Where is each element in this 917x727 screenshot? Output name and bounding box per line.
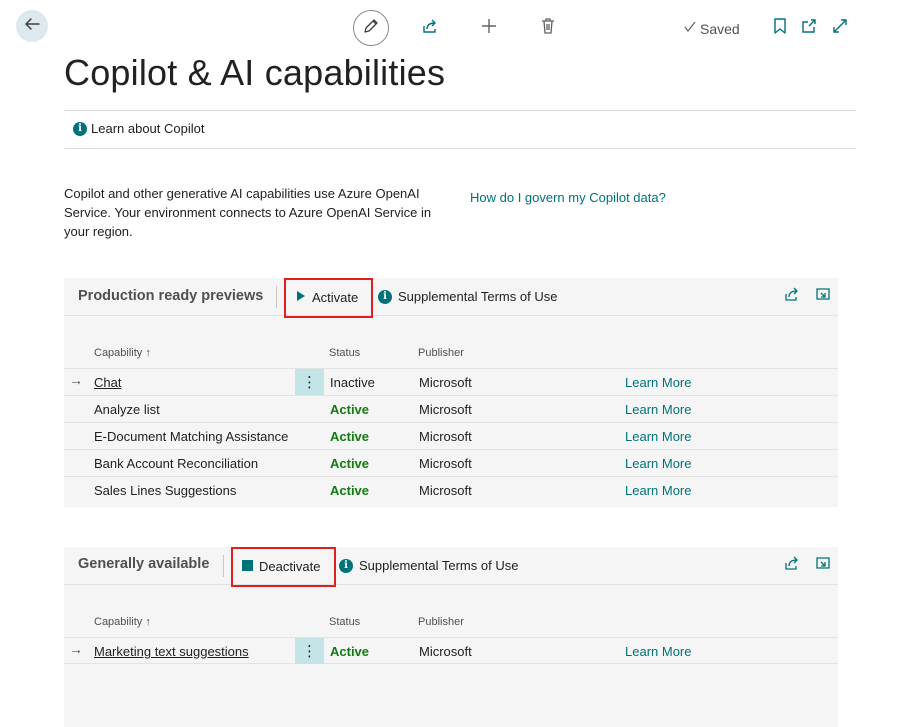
plus-icon bbox=[480, 17, 498, 40]
share-icon bbox=[784, 286, 800, 307]
deactivate-label: Deactivate bbox=[259, 559, 321, 574]
production-previews-panel: Production ready previews Activate i Sup… bbox=[64, 278, 838, 507]
expand-icon bbox=[831, 17, 849, 40]
table-row[interactable]: → Marketing text suggestions ⋮ Active Mi… bbox=[64, 637, 838, 664]
learn-more-link[interactable]: Learn More bbox=[625, 429, 691, 444]
govern-data-link[interactable]: How do I govern my Copilot data? bbox=[470, 190, 666, 205]
divider bbox=[64, 110, 856, 111]
back-button[interactable] bbox=[16, 10, 48, 42]
page-title: Copilot & AI capabilities bbox=[64, 52, 446, 93]
panel-share-button[interactable] bbox=[783, 556, 801, 574]
publisher-value: Microsoft bbox=[419, 429, 472, 444]
activate-label: Activate bbox=[312, 290, 359, 305]
panel-share-button[interactable] bbox=[783, 287, 801, 305]
status-value: Active bbox=[330, 456, 370, 471]
learn-more-link[interactable]: Learn More bbox=[625, 402, 691, 417]
deactivate-button[interactable]: Deactivate bbox=[242, 559, 320, 574]
table-row[interactable]: Sales Lines Suggestions Active Microsoft… bbox=[64, 476, 838, 503]
saved-indicator: Saved bbox=[683, 20, 740, 37]
learn-more-link[interactable]: Learn More bbox=[625, 456, 691, 471]
capability-name: E-Document Matching Assistance bbox=[94, 429, 289, 444]
table-row[interactable]: Analyze list Active Microsoft Learn More bbox=[64, 395, 838, 422]
activate-button[interactable]: Activate bbox=[296, 290, 358, 305]
column-header-capability[interactable]: Capability ↑ bbox=[94, 616, 151, 628]
supplemental-terms-button[interactable]: i Supplemental Terms of Use bbox=[378, 289, 557, 304]
description-text: Copilot and other generative AI capabili… bbox=[64, 186, 432, 239]
panel-title: Production ready previews bbox=[78, 288, 264, 304]
status-value: Active bbox=[330, 644, 370, 659]
capability-name[interactable]: Marketing text suggestions bbox=[94, 644, 249, 659]
publisher-value: Microsoft bbox=[419, 483, 472, 498]
column-header-capability[interactable]: Capability ↑ bbox=[94, 347, 151, 359]
status-value: Active bbox=[330, 483, 370, 498]
expand-button[interactable] bbox=[828, 16, 852, 40]
panel-title: Generally available bbox=[78, 556, 210, 572]
table-row[interactable]: Bank Account Reconciliation Active Micro… bbox=[64, 449, 838, 476]
learn-more-link[interactable]: Learn More bbox=[625, 375, 691, 390]
panel-header: Production ready previews Activate i Sup… bbox=[64, 278, 838, 318]
table-row[interactable]: → Chat ⋮ Inactive Microsoft Learn More bbox=[64, 368, 838, 395]
bookmark-button[interactable] bbox=[768, 16, 792, 40]
collapse-window-icon bbox=[815, 555, 831, 576]
publisher-value: Microsoft bbox=[419, 456, 472, 471]
open-in-new-icon bbox=[800, 17, 818, 40]
info-icon: i bbox=[378, 289, 392, 304]
share-icon bbox=[421, 17, 439, 40]
pencil-icon bbox=[362, 17, 380, 40]
open-new-window-button[interactable] bbox=[797, 16, 821, 40]
supplemental-terms-label: Supplemental Terms of Use bbox=[398, 289, 558, 304]
share-button[interactable] bbox=[418, 16, 442, 40]
checkmark-icon bbox=[683, 20, 697, 37]
column-header-status[interactable]: Status bbox=[329, 616, 360, 628]
status-value: Active bbox=[330, 402, 370, 417]
capability-name: Analyze list bbox=[94, 402, 160, 417]
trash-icon bbox=[539, 17, 557, 40]
learn-about-copilot-action[interactable]: i Learn about Copilot bbox=[73, 121, 204, 136]
collapse-window-icon bbox=[815, 286, 831, 307]
more-vertical-icon: ⋮ bbox=[302, 643, 317, 660]
current-row-arrow-icon: → bbox=[69, 641, 83, 657]
more-vertical-icon: ⋮ bbox=[302, 374, 317, 391]
arrow-left-icon bbox=[23, 15, 41, 38]
share-icon bbox=[784, 555, 800, 576]
panel-expand-button[interactable] bbox=[814, 556, 832, 574]
info-icon: i bbox=[73, 121, 87, 136]
divider bbox=[64, 148, 856, 149]
generally-available-panel: Generally available Deactivate i Supplem… bbox=[64, 547, 838, 727]
current-row-arrow-icon: → bbox=[69, 372, 83, 388]
stop-icon bbox=[242, 559, 253, 574]
panel-expand-button[interactable] bbox=[814, 287, 832, 305]
edit-button[interactable] bbox=[353, 10, 389, 46]
saved-label: Saved bbox=[700, 20, 740, 37]
column-header-publisher[interactable]: Publisher bbox=[418, 347, 464, 359]
row-more-options-button[interactable]: ⋮ bbox=[295, 369, 324, 395]
publisher-value: Microsoft bbox=[419, 375, 472, 390]
new-button[interactable] bbox=[477, 16, 501, 40]
status-value: Active bbox=[330, 429, 370, 444]
publisher-value: Microsoft bbox=[419, 644, 472, 659]
bookmark-icon bbox=[772, 17, 788, 40]
row-more-options-button[interactable]: ⋮ bbox=[295, 638, 324, 664]
supplemental-terms-button[interactable]: i Supplemental Terms of Use bbox=[339, 558, 518, 573]
learn-more-link[interactable]: Learn More bbox=[625, 644, 691, 659]
table-row[interactable]: E-Document Matching Assistance Active Mi… bbox=[64, 422, 838, 449]
column-header-publisher[interactable]: Publisher bbox=[418, 616, 464, 628]
separator bbox=[276, 286, 277, 308]
capability-name[interactable]: Chat bbox=[94, 375, 121, 390]
supplemental-terms-label: Supplemental Terms of Use bbox=[359, 558, 519, 573]
status-value: Inactive bbox=[330, 375, 375, 390]
play-icon bbox=[296, 290, 306, 305]
panel-header: Generally available Deactivate i Supplem… bbox=[64, 547, 838, 587]
info-icon: i bbox=[339, 558, 353, 573]
separator bbox=[223, 555, 224, 577]
delete-button[interactable] bbox=[536, 16, 560, 40]
capability-name: Sales Lines Suggestions bbox=[94, 483, 237, 498]
column-header-status[interactable]: Status bbox=[329, 347, 360, 359]
publisher-value: Microsoft bbox=[419, 402, 472, 417]
learn-about-copilot-label: Learn about Copilot bbox=[91, 121, 205, 136]
learn-more-link[interactable]: Learn More bbox=[625, 483, 691, 498]
capability-name: Bank Account Reconciliation bbox=[94, 456, 259, 471]
